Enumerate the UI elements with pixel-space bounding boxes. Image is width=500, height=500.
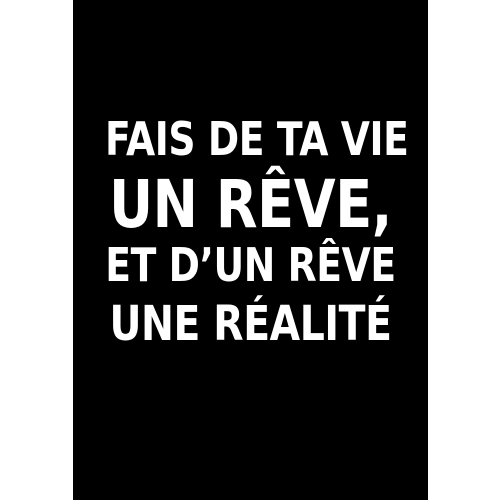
quote-line-3: ET D’UN RÊVE [105, 238, 396, 292]
quote-line-4: UNE RÉALITÉ [109, 296, 392, 352]
quote-text: FAIS DE TA VIE UN RÊVE, ET D’UN RÊVE UNE… [104, 112, 409, 356]
page: FAIS DE TA VIE UN RÊVE, ET D’UN RÊVE UNE… [0, 0, 500, 500]
quote-line-2: UN RÊVE, [109, 166, 392, 243]
quote-line-1: FAIS DE TA VIE [104, 112, 409, 166]
quote-poster: FAIS DE TA VIE UN RÊVE, ET D’UN RÊVE UNE… [73, 0, 428, 500]
